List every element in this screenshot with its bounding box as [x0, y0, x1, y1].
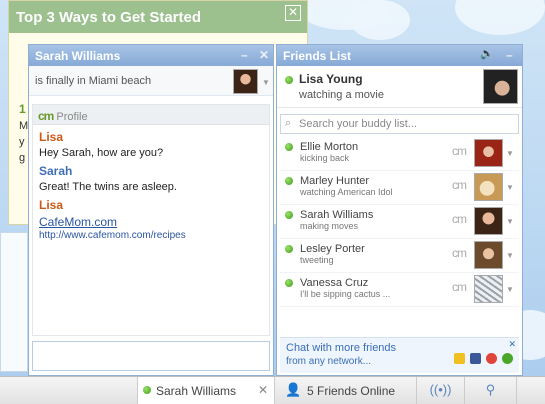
close-icon[interactable]: ✕ — [259, 48, 269, 62]
friends-list-window: Friends List 🔈 – Lisa Young watching a m… — [276, 44, 523, 376]
messenger-icon[interactable] — [502, 353, 513, 364]
message-sender: Sarah — [39, 164, 73, 178]
peek-line: M — [19, 120, 29, 132]
peek-line: g — [19, 152, 26, 164]
online-status-icon — [285, 211, 293, 219]
my-status-row[interactable]: Lisa Young watching a movie — [277, 66, 522, 108]
buddy-status: kicking back — [300, 153, 350, 163]
chat-titlebar[interactable]: Sarah Williams – ✕ — [29, 45, 273, 66]
chat-tab-label: Sarah Williams — [156, 384, 237, 398]
cafemom-logo-icon: cm — [452, 280, 467, 294]
friends-title: Friends List — [283, 49, 352, 63]
message: Lisa Hey Sarah, how are you? — [33, 125, 269, 159]
buddy-status: watching American Idol — [300, 187, 393, 197]
message: Lisa CafeMom.com http://www.cafemom.com/… — [33, 193, 269, 241]
message-sender: Lisa — [39, 198, 64, 212]
chat-title: Sarah Williams — [35, 49, 121, 63]
cafemom-logo-icon: cm — [452, 212, 467, 226]
buddy-name: Marley Hunter — [300, 175, 370, 187]
chevron-down-icon[interactable]: ▼ — [506, 149, 514, 158]
friends-online-label: 5 Friends Online — [307, 384, 396, 398]
minimize-icon[interactable]: – — [506, 48, 513, 62]
cafemom-logo-icon: cm — [452, 178, 467, 192]
chevron-down-icon[interactable]: ▼ — [506, 251, 514, 260]
message-sender: Lisa — [39, 130, 64, 144]
chevron-down-icon[interactable]: ▼ — [262, 78, 270, 87]
profile-bar[interactable]: cm Profile — [33, 105, 269, 125]
more-networks-strip[interactable]: Chat with more friends from any network.… — [280, 337, 519, 373]
my-name: Lisa Young — [299, 72, 363, 86]
buddy-name: Vanessa Cruz — [300, 277, 369, 289]
my-avatar[interactable] — [483, 69, 518, 104]
buddy-list: Ellie Morton kicking back cm ▼ Marley Hu… — [280, 137, 519, 332]
buddy-status: making moves — [300, 221, 359, 231]
online-status-icon — [285, 245, 293, 253]
list-item[interactable]: Vanessa Cruz I'll be sipping cactus ... … — [280, 273, 519, 307]
chevron-down-icon[interactable]: ▼ — [506, 217, 514, 226]
message-link-url[interactable]: http://www.cafemom.com/recipes — [39, 230, 263, 241]
getting-started-title: Top 3 Ways to Get Started — [9, 1, 307, 33]
buddy-status: I'll be sipping cactus ... — [300, 289, 391, 299]
broadcast-icon[interactable]: ((•)) — [417, 377, 465, 404]
step-number: 1 — [19, 102, 26, 116]
list-item[interactable]: Sarah Williams making moves cm ▼ — [280, 205, 519, 239]
getting-started-peek: 1 M y g — [19, 101, 28, 166]
cafemom-logo-icon: cm — [452, 144, 467, 158]
network-icons — [452, 353, 513, 367]
online-status-icon — [285, 76, 293, 84]
chat-tab[interactable]: Sarah Williams ✕ — [137, 377, 275, 404]
friends-titlebar[interactable]: Friends List 🔈 – — [277, 45, 522, 66]
list-item[interactable]: Lesley Porter tweeting cm ▼ — [280, 239, 519, 273]
buddy-avatar[interactable] — [474, 207, 503, 235]
minimize-icon[interactable]: – — [241, 48, 248, 62]
location-pin-icon[interactable]: ⚲ — [465, 377, 517, 404]
buddy-name: Sarah Williams — [300, 209, 374, 221]
gtalk-icon[interactable] — [485, 353, 497, 364]
aim-icon[interactable] — [453, 353, 465, 364]
message: Sarah Great! The twins are asleep. — [33, 159, 269, 193]
buddy-avatar[interactable] — [474, 173, 503, 201]
profile-link[interactable]: Profile — [56, 111, 87, 123]
contact-status-row: is finally in Miami beach ▼ — [29, 66, 273, 96]
search-icon: ⌕ — [285, 117, 292, 129]
buddy-name: Ellie Morton — [300, 141, 359, 153]
background-panel — [0, 232, 28, 372]
message-link[interactable]: CafeMom.com — [39, 215, 263, 229]
friends-online-button[interactable]: 👤 5 Friends Online — [277, 377, 417, 404]
chat-window: Sarah Williams – ✕ is finally in Miami b… — [28, 44, 274, 376]
online-status-icon — [285, 143, 293, 151]
buddy-name: Lesley Porter — [300, 243, 365, 255]
buddy-status: tweeting — [300, 255, 334, 265]
buddy-search-input[interactable]: ⌕ Search your buddy list... — [280, 114, 519, 134]
buddy-avatar[interactable] — [474, 241, 503, 269]
close-icon[interactable]: ✕ — [258, 383, 268, 397]
close-icon[interactable]: ✕ — [285, 5, 301, 21]
message-area[interactable]: cm Profile Lisa Hey Sarah, how are you? … — [32, 104, 270, 336]
list-item[interactable]: Marley Hunter watching American Idol cm … — [280, 171, 519, 205]
buddy-avatar[interactable] — [474, 275, 503, 303]
sound-icon[interactable]: 🔈 — [480, 47, 494, 60]
online-status-icon — [143, 386, 151, 394]
cafemom-logo-icon: cm — [452, 246, 467, 260]
chevron-down-icon[interactable]: ▼ — [506, 183, 514, 192]
my-status-text[interactable]: watching a movie — [299, 89, 384, 101]
list-item[interactable]: Ellie Morton kicking back cm ▼ — [280, 137, 519, 171]
message-text: Hey Sarah, how are you? — [39, 147, 164, 159]
cafemom-logo-icon: cm — [38, 109, 54, 123]
search-placeholder: Search your buddy list... — [299, 118, 418, 130]
chevron-down-icon[interactable]: ▼ — [506, 285, 514, 294]
close-icon[interactable]: ✕ — [508, 339, 516, 350]
contact-avatar[interactable] — [233, 69, 258, 94]
buddy-avatar[interactable] — [474, 139, 503, 167]
peek-line: y — [19, 136, 25, 148]
contact-status-text: is finally in Miami beach — [35, 75, 152, 87]
taskbar: Sarah Williams ✕ 👤 5 Friends Online ((•)… — [0, 376, 545, 404]
person-icon: 👤 — [285, 382, 302, 397]
online-status-icon — [285, 177, 293, 185]
online-status-icon — [285, 279, 293, 287]
message-text: Great! The twins are asleep. — [39, 181, 177, 193]
facebook-icon[interactable] — [469, 353, 481, 364]
message-input[interactable] — [32, 341, 270, 371]
